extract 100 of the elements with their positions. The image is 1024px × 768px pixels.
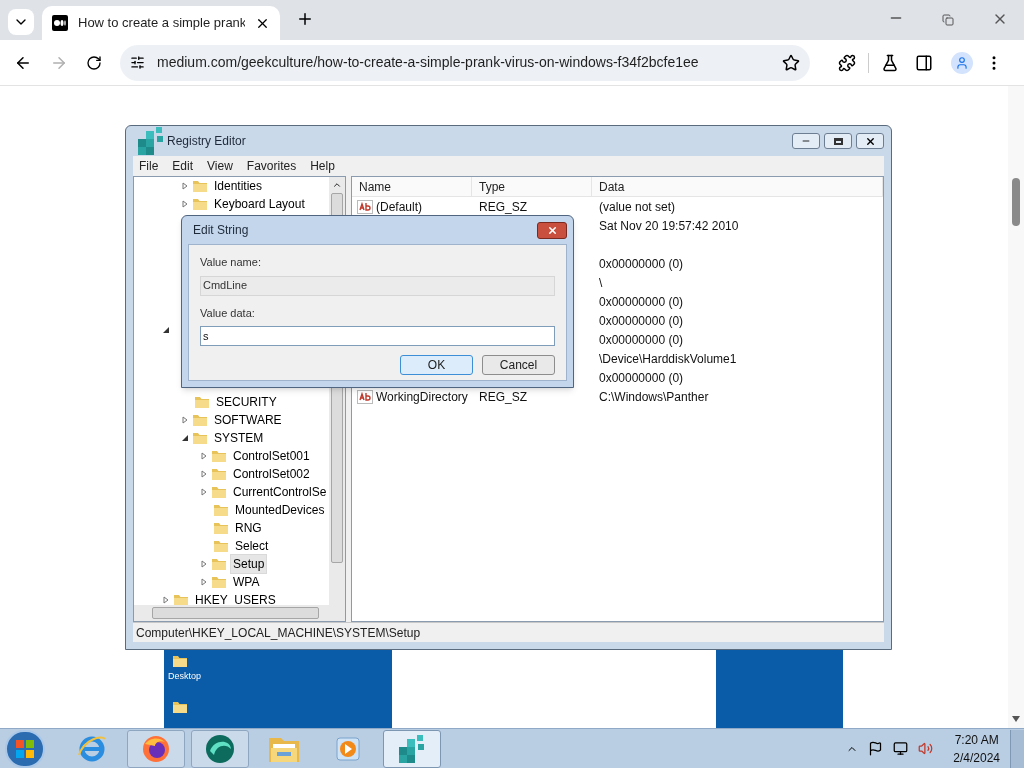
horizontal-scrollbar[interactable]	[134, 605, 345, 621]
dialog-button[interactable]: Cancel	[482, 355, 555, 375]
restore-icon[interactable]	[942, 14, 954, 26]
tree-item[interactable]: ControlSet002	[230, 464, 313, 484]
extensions-icon[interactable]	[838, 53, 856, 72]
flask-icon[interactable]	[881, 53, 899, 72]
value-data: 0x00000000 (0)	[599, 313, 684, 328]
tree-item[interactable]: SYSTEM	[211, 428, 267, 448]
tree-item[interactable]: Select	[232, 536, 272, 556]
menu-item[interactable]: Favorites	[246, 156, 297, 175]
start-button[interactable]	[5, 729, 45, 768]
folder-icon	[192, 197, 208, 211]
clock-date[interactable]: 2/4/2024	[953, 748, 1000, 767]
side-panel-icon[interactable]	[915, 53, 933, 72]
value-name[interactable]: WorkingDirectory	[376, 387, 468, 406]
expanded-arrow-icon[interactable]	[181, 434, 189, 442]
tree-item[interactable]: WPA	[230, 572, 263, 592]
site-settings-icon[interactable]	[130, 55, 145, 70]
value-data: 0x00000000 (0)	[599, 332, 684, 347]
dialog-button[interactable]: OK	[400, 355, 473, 375]
folder-icon	[211, 485, 227, 499]
scroll-thumb[interactable]	[152, 607, 319, 619]
string-value-icon	[357, 199, 373, 214]
collapsed-arrow-icon[interactable]	[200, 560, 208, 568]
value-data: 0x00000000 (0)	[599, 294, 684, 309]
reload-icon[interactable]	[86, 54, 102, 71]
tree-item[interactable]: Setup	[230, 554, 268, 574]
medium-logo-icon	[52, 15, 68, 31]
tree-item[interactable]: CurrentControlSe	[230, 482, 329, 502]
volume-muted-icon[interactable]	[918, 741, 934, 756]
page-scrollbar[interactable]	[1008, 86, 1024, 728]
maximize-button[interactable]	[824, 133, 852, 149]
taskbar-app-button[interactable]	[127, 729, 185, 768]
value-data: Sat Nov 20 19:57:42 2010	[599, 218, 739, 233]
expanded-arrow-icon[interactable]	[162, 326, 170, 334]
collapsed-arrow-icon[interactable]	[200, 488, 208, 496]
value-data: 0x00000000 (0)	[599, 256, 684, 271]
collapsed-arrow-icon[interactable]	[181, 182, 189, 190]
four-panes-icon	[15, 738, 35, 759]
collapsed-arrow-icon[interactable]	[200, 470, 208, 478]
url-text: medium.com/geekculture/how-to-create-a-simple-prank-virus-on-windows-f34f2bcfe1ee	[157, 53, 700, 72]
close-button[interactable]	[537, 221, 567, 239]
tab-search-button[interactable]	[8, 9, 34, 35]
value-data-field[interactable]: s	[200, 326, 555, 346]
close-button[interactable]	[856, 133, 884, 149]
value-data-label: Value data:	[200, 305, 256, 321]
scroll-up-icon[interactable]	[332, 180, 342, 190]
folder-icon	[213, 503, 229, 517]
desktop-icon-label[interactable]: Desktop	[168, 670, 202, 684]
value-data: 0x00000000 (0)	[599, 370, 684, 385]
tree-item[interactable]: Identities	[211, 177, 266, 196]
value-data: C:\Windows\Panther	[599, 389, 709, 404]
fox-globe-icon	[141, 733, 171, 764]
column-header[interactable]: Type	[472, 177, 592, 196]
taskbar-app-button[interactable]	[191, 729, 249, 768]
value-data: \Device\HarddiskVolume1	[599, 351, 737, 366]
tree-item[interactable]: SECURITY	[213, 392, 280, 412]
collapsed-arrow-icon[interactable]	[200, 452, 208, 460]
folder-icon	[213, 521, 229, 535]
new-tab-icon[interactable]	[296, 10, 314, 28]
value-data: (value not set)	[599, 199, 676, 214]
value-data: \	[599, 275, 603, 290]
network-icon[interactable]	[893, 741, 909, 756]
close-icon	[864, 135, 876, 147]
close-icon	[546, 224, 558, 236]
tree-item[interactable]: ControlSet001	[230, 446, 313, 466]
menu-item[interactable]: Help	[310, 156, 335, 175]
status-text: Computer\HKEY_LOCAL_MACHINE\SYSTEM\Setup	[136, 624, 421, 642]
column-header[interactable]: Data	[592, 177, 883, 196]
folder-icon	[213, 539, 229, 553]
scroll-down-icon[interactable]	[1012, 716, 1020, 722]
string-value-icon	[357, 389, 373, 404]
value-name-label: Value name:	[200, 255, 262, 270]
window-title: Registry Editor	[167, 133, 246, 150]
column-header[interactable]: Name	[352, 177, 472, 196]
folder-icon	[173, 593, 189, 605]
folder-icon	[211, 557, 227, 571]
tree-item[interactable]: SOFTWARE	[211, 410, 285, 430]
menu-item[interactable]: Edit	[172, 156, 194, 175]
menu-item[interactable]: View	[207, 156, 233, 175]
taskbar-app-button[interactable]	[383, 729, 441, 768]
value-name[interactable]: (Default)	[376, 197, 422, 216]
profile-avatar[interactable]	[951, 51, 973, 74]
folder-icon	[192, 413, 208, 427]
clock-time[interactable]: 7:20 AM	[954, 730, 999, 749]
collapsed-arrow-icon[interactable]	[181, 416, 189, 424]
collapsed-arrow-icon[interactable]	[181, 200, 189, 208]
tree-item[interactable]: MountedDevices	[232, 500, 328, 520]
tree-item[interactable]: RNG	[232, 518, 265, 538]
menu-item[interactable]: File	[139, 156, 159, 175]
folder-icon	[192, 431, 208, 445]
bookmark-star-icon[interactable]	[782, 53, 800, 72]
value-type: REG_SZ	[479, 199, 527, 214]
scroll-thumb[interactable]	[1012, 178, 1020, 226]
collapsed-arrow-icon[interactable]	[162, 596, 170, 604]
tree-item[interactable]: Keyboard Layout	[211, 194, 308, 214]
flag-icon[interactable]	[868, 741, 884, 756]
value-name-field: CmdLine	[200, 275, 555, 296]
collapsed-arrow-icon[interactable]	[200, 578, 208, 586]
address-bar[interactable]: medium.com/geekculture/how-to-create-a-simple-prank-virus-on-windows-f34f2bcfe1ee	[120, 44, 810, 81]
